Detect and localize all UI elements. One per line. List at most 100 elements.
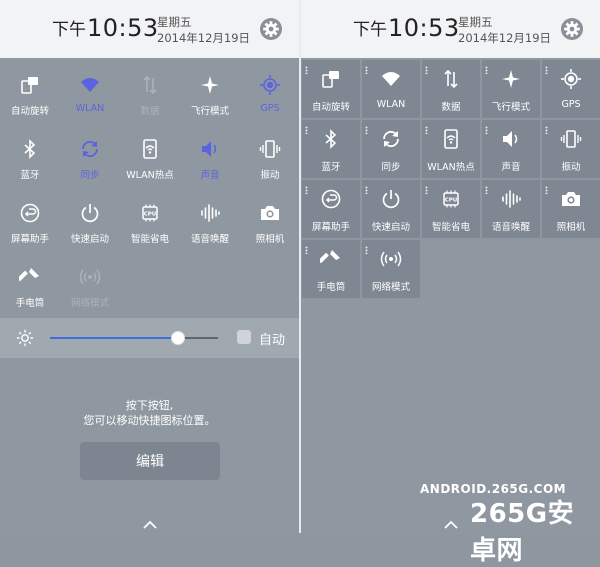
quick-toggle-label: 语音唤醒 xyxy=(190,234,229,245)
network-mode-icon xyxy=(60,264,120,290)
quick-toggle-label: 快速启动 xyxy=(70,234,109,245)
quick-toggle-voice-wake[interactable]: 语音唤醒 xyxy=(180,194,240,250)
tile-label: 网络模式 xyxy=(371,282,410,293)
gear-icon[interactable] xyxy=(259,17,283,41)
quick-toggle-flashlight[interactable]: 手电筒 xyxy=(0,258,60,314)
clock: 下午 10:53 xyxy=(52,14,159,42)
weekday: 星期五 xyxy=(157,15,192,29)
svg-text:CPU: CPU xyxy=(445,198,458,204)
auto-rotate-icon xyxy=(302,66,360,92)
brightness-slider[interactable] xyxy=(50,331,218,345)
brightness-slider-fill xyxy=(50,337,178,339)
quick-toggle-label: 声音 xyxy=(200,170,220,181)
clock: 下午 10:53 xyxy=(353,14,460,42)
flashlight-icon xyxy=(302,246,360,272)
tile-label: WLAN热点 xyxy=(427,162,475,173)
quick-toggle-auto-rotate[interactable]: 自动旋转 xyxy=(0,66,60,122)
quick-toggle-sync[interactable]: 同步 xyxy=(60,130,120,186)
quick-toggle-mobile-data[interactable]: 数据 xyxy=(120,66,180,122)
camera-icon xyxy=(240,200,299,226)
airplane-icon xyxy=(482,66,540,92)
quick-toggle-label: WLAN xyxy=(75,103,105,114)
editable-tile-wifi[interactable]: WLAN xyxy=(362,60,420,118)
status-header: 下午 10:53 星期五 2014年12月19日 xyxy=(0,0,299,58)
quick-toggle-label: GPS xyxy=(260,103,280,114)
clock-ampm: 下午 xyxy=(52,20,86,40)
edit-hint-line1: 按下按钮, xyxy=(125,399,174,412)
tile-label: 同步 xyxy=(381,162,401,173)
quick-toggle-power[interactable]: 快速启动 xyxy=(60,194,120,250)
quick-toggle-gps[interactable]: GPS xyxy=(240,66,299,122)
brightness-icon xyxy=(16,329,34,347)
editable-tile-cpu[interactable]: CPU 智能省电 xyxy=(422,180,480,238)
gear-icon[interactable] xyxy=(560,17,584,41)
editable-tile-sound[interactable]: 声音 xyxy=(482,120,540,178)
editable-tile-screen-assistant[interactable]: 屏幕助手 xyxy=(302,180,360,238)
editable-tile-voice-wake[interactable]: 语音唤醒 xyxy=(482,180,540,238)
editable-tile-airplane[interactable]: 飞行模式 xyxy=(482,60,540,118)
chevron-up-icon[interactable] xyxy=(142,520,158,530)
wifi-icon xyxy=(60,72,120,98)
quick-settings-panel-left: 下午 10:53 星期五 2014年12月19日 自动旋转 WLAN 数据 飞行模式 G… xyxy=(0,0,299,533)
tile-label: 快速启动 xyxy=(371,222,410,233)
auto-brightness-checkbox[interactable] xyxy=(237,330,251,344)
edit-hint-line2: 您可以移动快捷图标位置。 xyxy=(83,414,216,427)
svg-text:CPU: CPU xyxy=(144,212,157,218)
tile-label: 数据 xyxy=(441,102,461,113)
mobile-data-icon xyxy=(422,66,480,92)
quick-toggle-camera[interactable]: 照相机 xyxy=(240,194,299,250)
edit-button[interactable]: 编辑 xyxy=(80,442,220,480)
cpu-icon: CPU xyxy=(120,200,180,226)
vibrate-icon xyxy=(542,126,600,152)
quick-toggle-network-mode[interactable]: 网络模式 xyxy=(60,258,120,314)
quick-toggle-airplane[interactable]: 飞行模式 xyxy=(180,66,240,122)
quick-toggle-sound[interactable]: 声音 xyxy=(180,130,240,186)
editable-tile-auto-rotate[interactable]: 自动旋转 xyxy=(302,60,360,118)
tile-label: WLAN xyxy=(376,99,406,110)
quick-toggle-vibrate[interactable]: 振动 xyxy=(240,130,299,186)
tile-label: 自动旋转 xyxy=(311,102,350,113)
quick-toggle-label: 自动旋转 xyxy=(10,106,49,117)
flashlight-icon xyxy=(0,264,60,290)
brightness-slider-handle[interactable] xyxy=(171,331,185,345)
tile-label: 语音唤醒 xyxy=(491,222,530,233)
editable-tile-flashlight[interactable]: 手电筒 xyxy=(302,240,360,298)
tile-label: 振动 xyxy=(561,162,581,173)
sound-icon xyxy=(180,136,240,162)
date: 2014年12月19日 xyxy=(458,31,552,45)
quick-toggle-screen-assistant[interactable]: 屏幕助手 xyxy=(0,194,60,250)
editable-tile-gps[interactable]: GPS xyxy=(542,60,600,118)
tile-label: 声音 xyxy=(501,162,521,173)
hotspot-icon xyxy=(422,126,480,152)
quick-toggle-label: 飞行模式 xyxy=(190,106,229,117)
quick-toggle-bluetooth[interactable]: 蓝牙 xyxy=(0,130,60,186)
voice-wake-icon xyxy=(180,200,240,226)
quick-toggle-wifi[interactable]: WLAN xyxy=(60,66,120,122)
quick-toggle-label: 数据 xyxy=(140,106,160,117)
editable-tile-camera[interactable]: 照相机 xyxy=(542,180,600,238)
clock-ampm: 下午 xyxy=(353,20,387,40)
quick-toggle-hotspot[interactable]: WLAN热点 xyxy=(120,130,180,186)
network-mode-icon xyxy=(362,246,420,272)
airplane-icon xyxy=(180,72,240,98)
editable-tile-mobile-data[interactable]: 数据 xyxy=(422,60,480,118)
weekday: 星期五 xyxy=(458,15,493,29)
tile-label: 飞行模式 xyxy=(491,102,530,113)
quick-toggle-label: 振动 xyxy=(260,170,280,181)
editable-tile-network-mode[interactable]: 网络模式 xyxy=(362,240,420,298)
quick-toggle-label: 照相机 xyxy=(255,234,285,245)
editable-tile-bluetooth[interactable]: 蓝牙 xyxy=(302,120,360,178)
editable-tile-vibrate[interactable]: 振动 xyxy=(542,120,600,178)
quick-toggle-cpu[interactable]: CPU 智能省电 xyxy=(120,194,180,250)
editable-tile-hotspot[interactable]: WLAN热点 xyxy=(422,120,480,178)
clock-time: 10:53 xyxy=(87,14,159,42)
tile-label: 屏幕助手 xyxy=(311,222,350,233)
tile-label: 手电筒 xyxy=(316,282,346,293)
editable-tile-sync[interactable]: 同步 xyxy=(362,120,420,178)
wifi-icon xyxy=(362,66,420,92)
screen-assistant-icon xyxy=(0,200,60,226)
quick-toggle-label: WLAN热点 xyxy=(126,170,174,181)
chevron-up-icon[interactable] xyxy=(443,520,459,530)
editable-tile-power[interactable]: 快速启动 xyxy=(362,180,420,238)
status-header: 下午 10:53 星期五 2014年12月19日 xyxy=(301,0,600,58)
